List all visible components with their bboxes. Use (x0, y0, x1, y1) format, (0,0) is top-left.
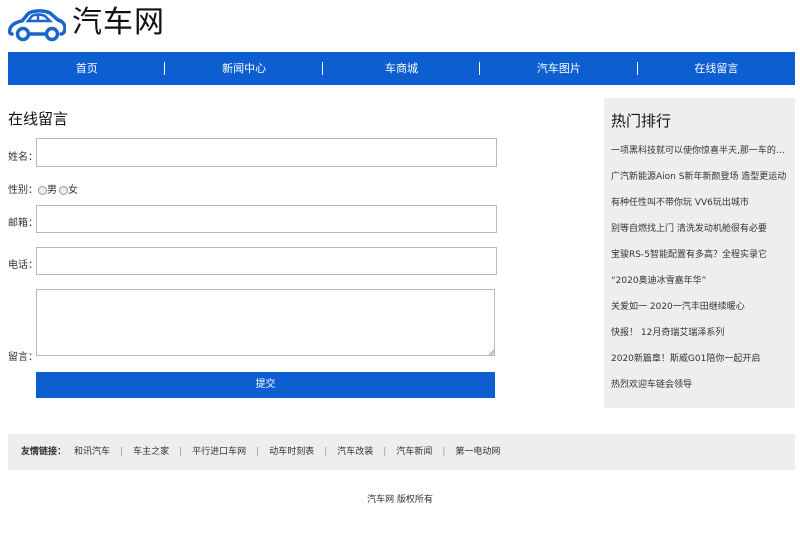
list-item[interactable]: 2020新篇章！斯威G01陪你一起开启 (611, 350, 789, 376)
list-item[interactable]: 广汽新能源Aion S新年新颜登场 造型更运动 (611, 168, 789, 194)
email-label: 邮箱： (8, 218, 38, 229)
list-item[interactable]: 快报！ 12月奇瑞艾瑞泽系列 (611, 324, 789, 350)
list-item[interactable]: 宝骏RS-5智能配置有多高？全程实录它 (611, 246, 789, 272)
hot-ranking-list: 一项黑科技就可以使你惊喜半天,那一车的问题 广汽新能源Aion S新年新颜登场 … (611, 142, 789, 402)
friend-link[interactable]: 汽车改装 (337, 434, 373, 470)
list-item[interactable]: 一项黑科技就可以使你惊喜半天,那一车的问题 (611, 142, 789, 168)
list-item[interactable]: 有种任性叫不带你玩 VV6玩出城市 (611, 194, 789, 220)
car-logo-icon (8, 9, 66, 42)
name-label: 姓名： (8, 152, 38, 163)
nav-item-label: 新闻中心 (222, 62, 267, 75)
gender-male-label: 男 (47, 185, 57, 196)
gender-label-text: 性别： (8, 185, 38, 196)
nav-item-news[interactable]: 新闻中心 (165, 52, 323, 85)
link-divider: | (442, 447, 446, 457)
message-textarea[interactable] (36, 289, 495, 356)
gender-female-radio[interactable] (59, 185, 68, 195)
list-item[interactable]: 别等自燃找上门 清洗发动机舱很有必要 (611, 220, 789, 246)
friend-link[interactable]: 和讯汽车 (74, 434, 110, 470)
message-label: 留言： (8, 352, 38, 363)
friend-link[interactable]: 汽车新闻 (396, 434, 432, 470)
list-item[interactable]: 热烈欢迎车链会领导 (611, 376, 789, 402)
phone-input[interactable] (36, 247, 497, 275)
friend-links-bar: 友情链接： 和讯汽车 | 车主之家 | 平行进口车网 | 动车时刻表 | 汽车改… (8, 434, 795, 470)
nav-item-label: 车商城 (385, 62, 419, 75)
friend-link[interactable]: 动车时刻表 (269, 434, 314, 470)
link-divider: | (256, 447, 260, 457)
list-item[interactable]: 关爱如一 2020一汽丰田继续暖心 (611, 298, 789, 324)
phone-label: 电话： (8, 260, 38, 271)
list-item[interactable]: “2020奥迪冰雪嘉年华” (611, 272, 789, 298)
gender-female-label: 女 (68, 185, 78, 196)
friend-link[interactable]: 车主之家 (133, 434, 169, 470)
link-divider: | (120, 447, 124, 457)
copyright: 汽车网 版权所有 (367, 495, 433, 505)
gender-label: 性别： 男女 (8, 181, 78, 196)
name-input[interactable] (36, 138, 497, 167)
resize-handle-icon[interactable] (488, 349, 494, 355)
main-nav: 首页 新闻中心 车商城 汽车图片 在线留言 (8, 52, 795, 85)
nav-item-shop[interactable]: 车商城 (323, 52, 481, 85)
nav-item-label: 首页 (75, 62, 98, 75)
gender-male-radio[interactable] (38, 185, 47, 195)
message-form-section: 在线留言 姓名： 性别： 男女 邮箱： 电话： 留言： 提交 (8, 98, 498, 398)
link-divider: | (179, 447, 183, 457)
friend-links-label: 友情链接： (21, 447, 67, 457)
link-divider: | (324, 447, 328, 457)
friend-link[interactable]: 第一电动网 (455, 434, 500, 470)
site-logo-text[interactable]: 汽车网 (72, 4, 165, 42)
nav-item-label: 在线留言 (694, 62, 739, 75)
nav-item-photos[interactable]: 汽车图片 (480, 52, 638, 85)
link-divider: | (383, 447, 387, 457)
nav-item-home[interactable]: 首页 (8, 52, 166, 85)
hot-ranking-panel: 热门排行 一项黑科技就可以使你惊喜半天,那一车的问题 广汽新能源Aion S新年… (604, 98, 795, 408)
nav-item-label: 汽车图片 (536, 62, 581, 75)
hot-ranking-title: 热门排行 (611, 112, 672, 130)
page-title: 在线留言 (8, 110, 69, 128)
email-input[interactable] (36, 205, 497, 233)
submit-button[interactable]: 提交 (36, 372, 495, 398)
header: 汽车网 (0, 0, 800, 52)
friend-link[interactable]: 平行进口车网 (192, 434, 246, 470)
nav-item-message[interactable]: 在线留言 (638, 52, 795, 85)
